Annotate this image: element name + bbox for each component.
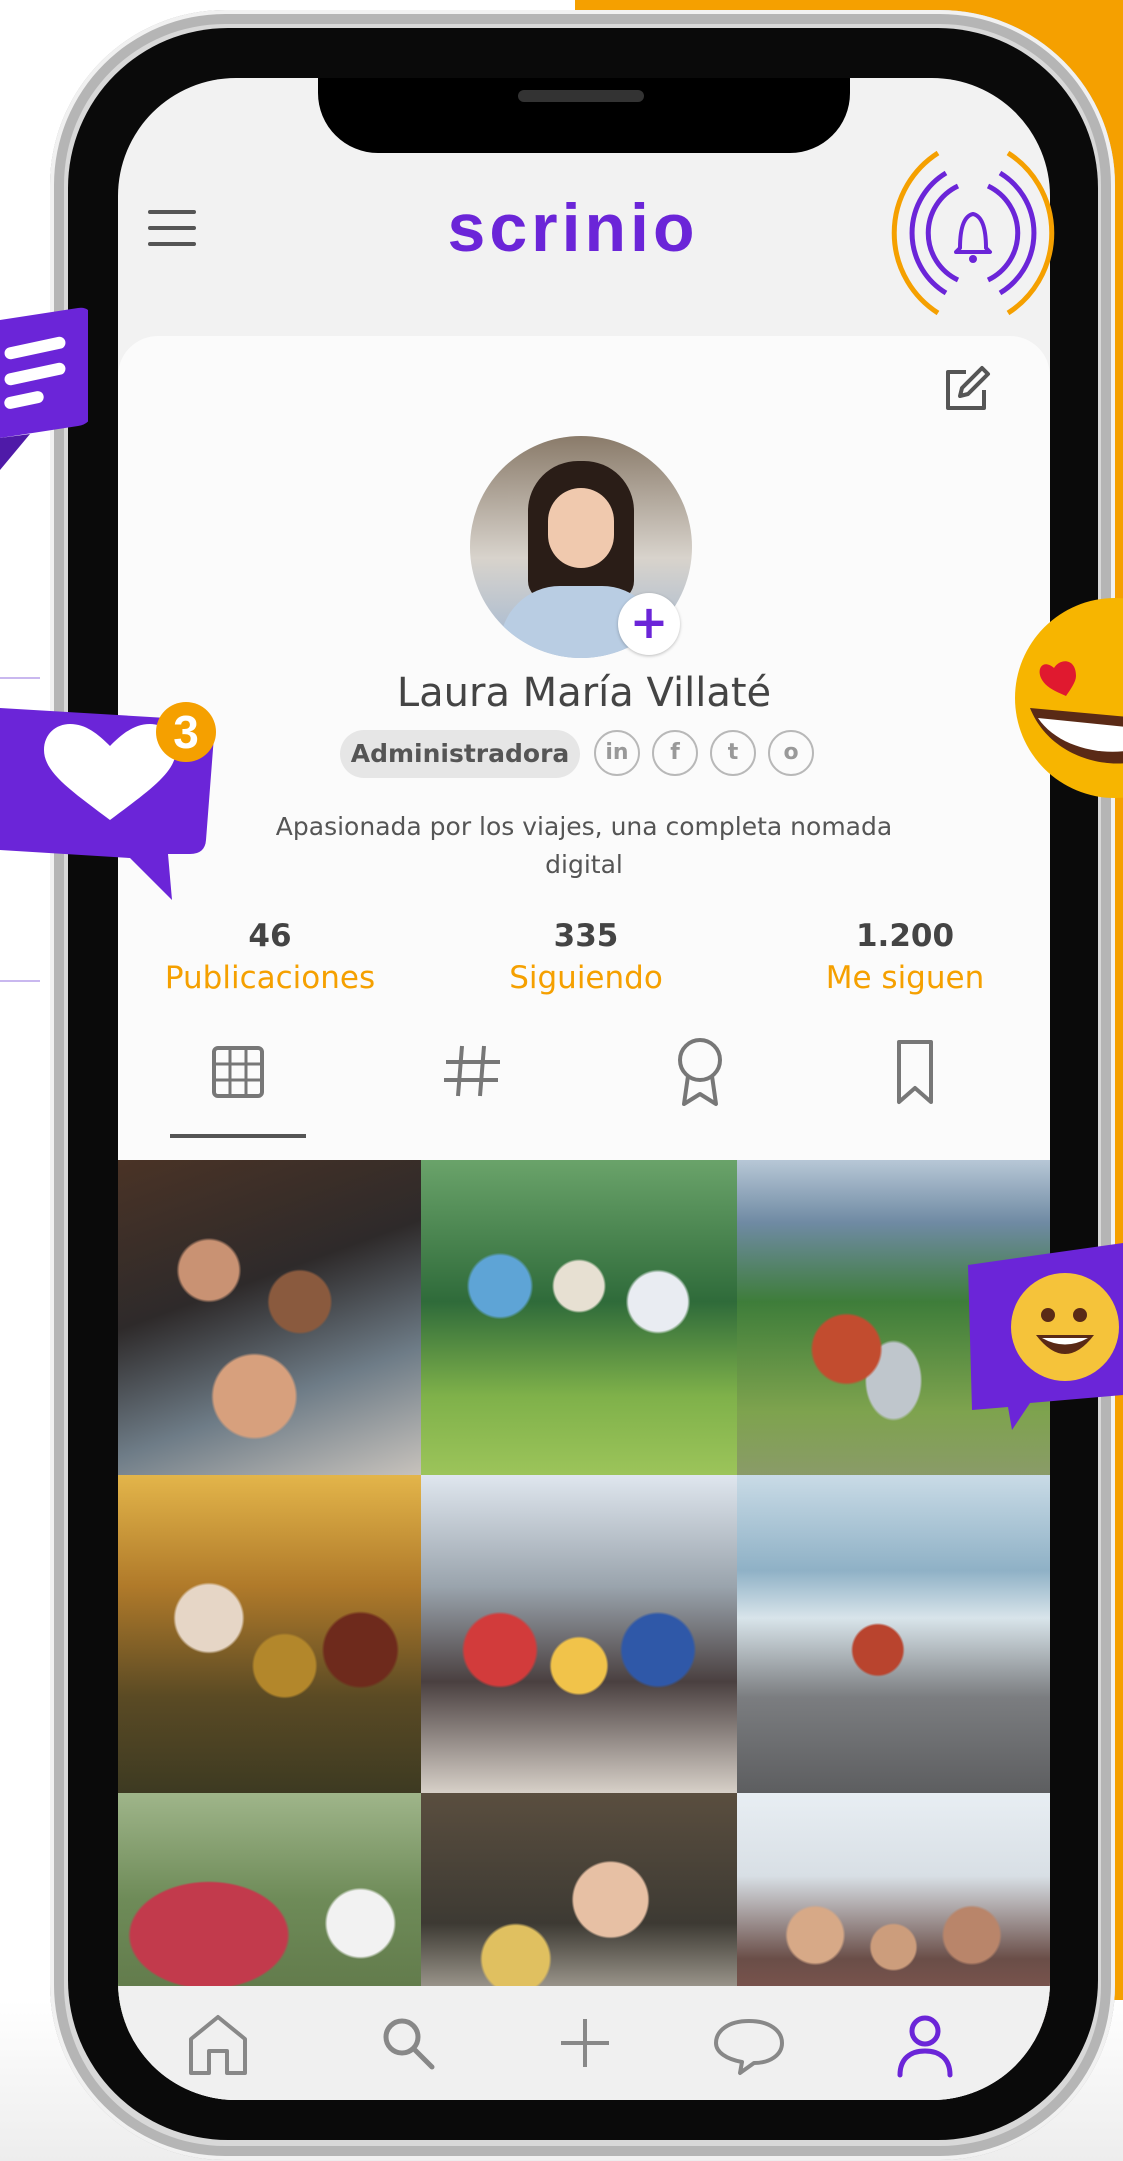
grid-icon[interactable] <box>178 1026 298 1116</box>
post-thumbnail[interactable] <box>421 1160 737 1475</box>
divider-line <box>0 677 40 679</box>
add-photo-button[interactable]: + <box>618 593 680 655</box>
posts-grid <box>118 1160 1050 2030</box>
stat-posts-count: 46 <box>248 918 292 954</box>
search-icon[interactable] <box>364 2003 454 2083</box>
bell-icon[interactable] <box>868 128 1078 338</box>
like-notification-decoration: 3 <box>0 702 216 900</box>
plus-icon[interactable] <box>540 2003 630 2083</box>
home-icon[interactable] <box>173 2003 263 2083</box>
hamburger-menu-icon[interactable] <box>148 208 198 248</box>
stat-following-count: 335 <box>553 918 619 954</box>
facebook-icon[interactable]: f <box>652 730 698 776</box>
phone-speaker <box>518 90 644 102</box>
linkedin-icon[interactable]: in <box>594 730 640 776</box>
post-thumbnail[interactable] <box>118 1475 421 1793</box>
stat-followers-label[interactable]: Me siguen <box>785 960 1025 996</box>
active-tab-indicator <box>170 1134 306 1138</box>
profile-name: Laura María Villaté <box>396 670 772 716</box>
chat-icon[interactable] <box>704 2003 794 2083</box>
post-thumbnail[interactable] <box>421 1475 737 1793</box>
stat-followers-count: 1.200 <box>855 918 955 954</box>
phone-screen: scrinio + Laura María Villaté Administra… <box>118 78 1050 2100</box>
role-badge: Administradora <box>340 730 580 778</box>
edit-icon[interactable] <box>936 360 996 420</box>
user-icon[interactable] <box>880 2003 970 2083</box>
instagram-icon[interactable]: o <box>768 730 814 776</box>
heart-eyes-emoji-icon <box>1015 598 1123 798</box>
post-thumbnail[interactable] <box>118 1160 421 1475</box>
app-logo: scrinio <box>447 190 699 266</box>
hashtag-icon[interactable] <box>412 1026 532 1116</box>
stat-following-label[interactable]: Siguiendo <box>466 960 706 996</box>
like-badge-count: 3 <box>173 706 199 758</box>
smile-emoji-decoration <box>968 1243 1123 1430</box>
stat-posts-label[interactable]: Publicaciones <box>150 960 390 996</box>
award-ribbon-icon[interactable] <box>640 1026 760 1116</box>
twitter-icon[interactable]: t <box>710 730 756 776</box>
post-thumbnail[interactable] <box>737 1475 1050 1793</box>
chat-bubble-decoration <box>0 307 88 470</box>
profile-bio: Apasionada por los viajes, una completa … <box>275 812 893 879</box>
divider-line <box>0 980 40 982</box>
bookmark-icon[interactable] <box>855 1026 975 1116</box>
